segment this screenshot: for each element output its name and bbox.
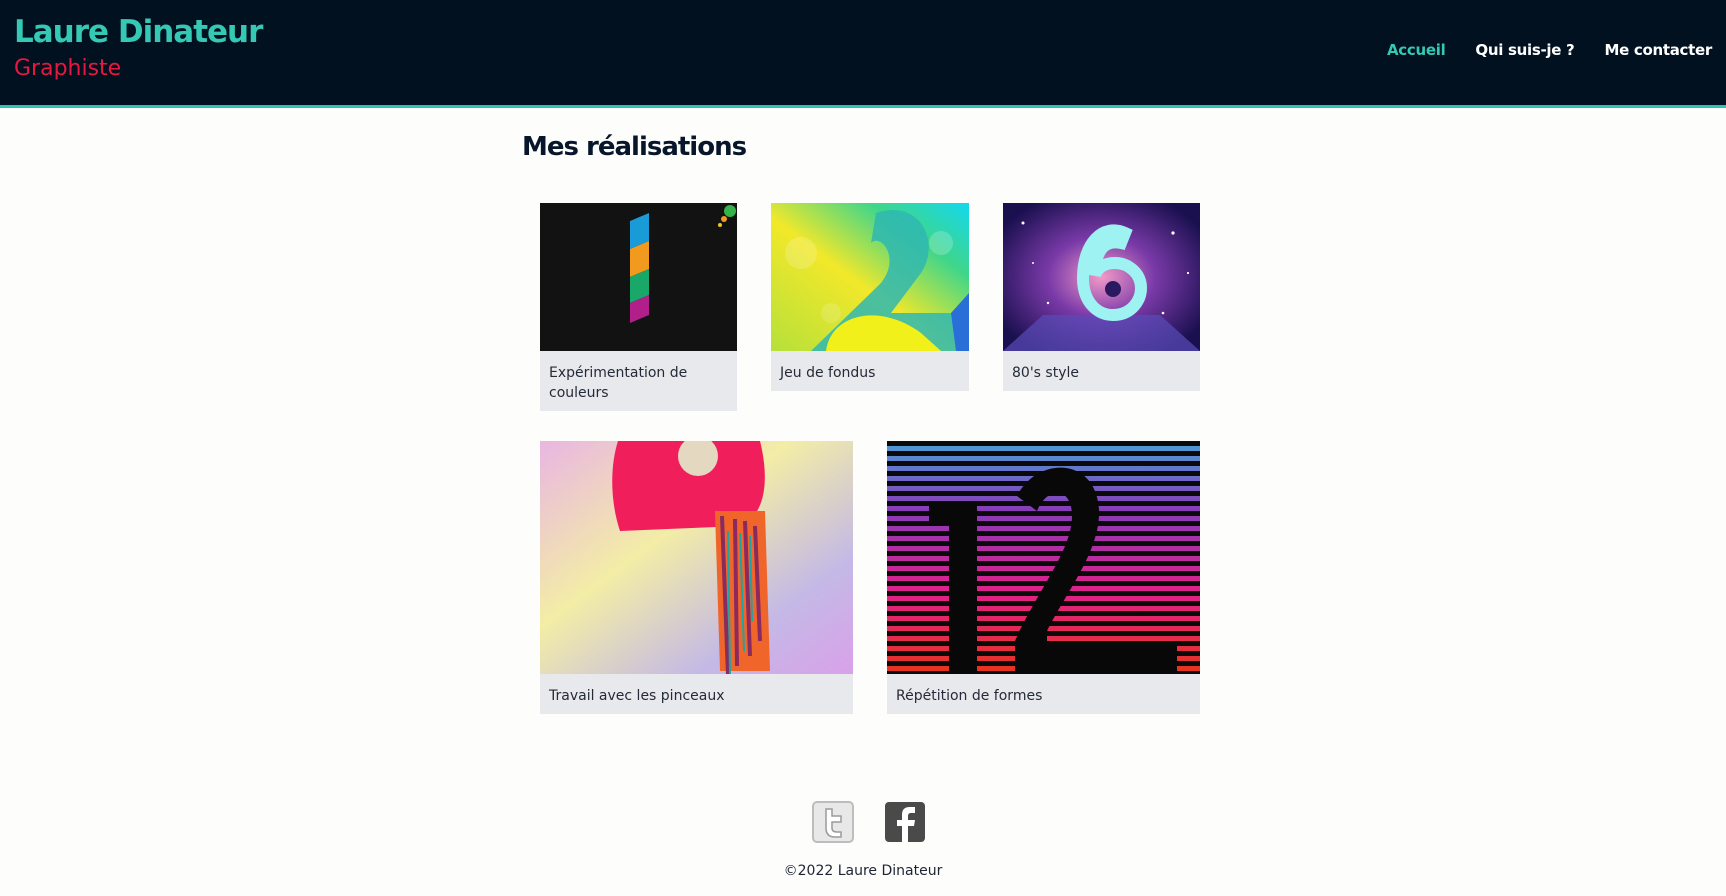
social-links <box>811 800 927 844</box>
nav-link-me-contacter[interactable]: Me contacter <box>1604 41 1712 59</box>
work-thumbnail[interactable] <box>540 203 737 351</box>
work-thumbnail[interactable] <box>540 441 853 674</box>
nav-link-qui-suis-je[interactable]: Qui suis-je ? <box>1475 41 1574 59</box>
number-12-artwork <box>887 441 1200 674</box>
twitter-icon[interactable] <box>811 800 855 844</box>
copyright-text: ©2022 Laure Dinateur <box>783 863 943 879</box>
work-caption: Répétition de formes <box>896 688 1043 704</box>
work-card-brush-work[interactable]: Travail avec les pinceaux <box>540 441 853 714</box>
main-nav: Accueil Qui suis-je ? Me contacter <box>1387 41 1712 59</box>
nav-link-accueil[interactable]: Accueil <box>1387 41 1446 59</box>
site-header: Laure Dinateur Graphiste Accueil Qui sui… <box>0 0 1726 108</box>
number-2-artwork <box>771 203 969 351</box>
work-caption: Jeu de fondus <box>780 365 876 381</box>
work-card-gradient-blend[interactable]: Jeu de fondus <box>771 203 969 391</box>
work-card-80s-style[interactable]: 80's style <box>1003 203 1200 391</box>
work-card-shape-repetition[interactable]: Répétition de formes <box>887 441 1200 714</box>
work-caption: Expérimentation de couleurs <box>549 365 688 401</box>
site-subtitle: Graphiste <box>14 56 122 81</box>
section-title: Mes réalisations <box>522 132 747 162</box>
work-thumbnail[interactable] <box>771 203 969 351</box>
work-caption: 80's style <box>1012 365 1079 381</box>
work-card-color-experiment[interactable]: Expérimentation de couleurs <box>540 203 737 411</box>
work-thumbnail[interactable] <box>887 441 1200 674</box>
number-1-artwork <box>540 203 737 351</box>
site-title[interactable]: Laure Dinateur <box>14 14 263 50</box>
number-6-artwork <box>1003 203 1200 351</box>
facebook-icon[interactable] <box>883 800 927 844</box>
work-caption: Travail avec les pinceaux <box>549 688 725 704</box>
work-thumbnail[interactable] <box>1003 203 1200 351</box>
number-9-artwork <box>540 441 853 674</box>
